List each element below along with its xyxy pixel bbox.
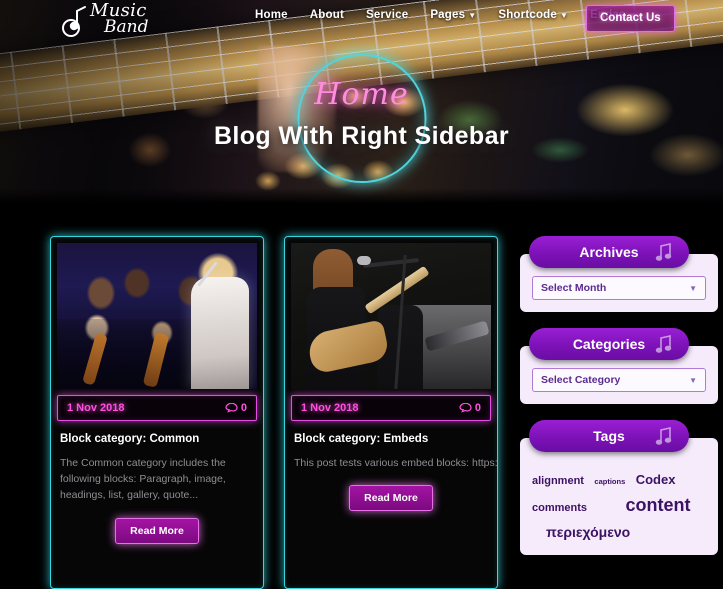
widget-categories: Categories Select Category ▼	[520, 328, 718, 404]
widget-body: alignment captions Codex comments conten…	[520, 438, 718, 555]
categories-select[interactable]: Select Category ▼	[532, 368, 706, 392]
widget-title: Archives	[579, 244, 639, 260]
post-date: 1 Nov 2018	[67, 402, 125, 414]
chevron-down-icon: ▼	[689, 283, 697, 293]
music-note-icon	[62, 4, 88, 38]
read-more-container: Read More	[291, 485, 491, 519]
chevron-down-icon: ▼	[468, 10, 477, 20]
nav-label: Service	[365, 9, 409, 21]
post-comment-count[interactable]: 0	[225, 402, 247, 414]
widget-header: Archives	[529, 236, 689, 268]
read-more-button[interactable]: Read More	[349, 485, 433, 512]
music-note-icon	[655, 242, 673, 262]
hero-breadcrumb: Home	[314, 77, 409, 112]
widget-title: Tags	[593, 428, 625, 444]
post-excerpt: This post tests various embed blocks: ht…	[294, 456, 498, 469]
widget-title: Categories	[572, 336, 646, 352]
nav-item-pages[interactable]: Pages ▼	[430, 9, 476, 21]
post-thumbnail[interactable]	[57, 243, 257, 389]
site-header: Music Band Home About Service Pages ▼ Sh…	[0, 0, 723, 40]
comment-count-value: 0	[474, 402, 481, 414]
photo-detail	[362, 258, 420, 268]
page-title: Blog With Right Sidebar	[213, 122, 510, 150]
page-root: Music Band Home About Service Pages ▼ Sh…	[0, 0, 723, 589]
tag-link[interactable]: captions	[594, 476, 625, 487]
comment-bubble-icon	[225, 402, 238, 413]
archives-month-select[interactable]: Select Month ▼	[532, 276, 706, 300]
post-image-guitarist	[291, 243, 491, 389]
post-image-orchestra	[57, 243, 257, 389]
content-area: 1 Nov 2018 0 Block category: Common The …	[0, 236, 723, 589]
post-comment-count[interactable]: 0	[459, 402, 481, 414]
post-card[interactable]: 1 Nov 2018 0 Block category: Embeds This…	[284, 236, 498, 589]
post-meta-bar: 1 Nov 2018 0	[57, 395, 257, 421]
photo-detail	[57, 319, 207, 389]
tag-link[interactable]: content	[625, 492, 690, 519]
chevron-down-icon: ▼	[689, 375, 697, 385]
comment-bubble-icon	[459, 402, 472, 413]
widget-archives: Archives Select Month ▼	[520, 236, 718, 312]
music-note-icon	[655, 334, 673, 354]
post-list: 1 Nov 2018 0 Block category: Common The …	[50, 236, 498, 589]
nav-item-about[interactable]: About	[310, 9, 344, 21]
tag-link[interactable]: comments	[532, 500, 587, 517]
banner-bottom-fade	[0, 188, 723, 210]
read-more-button[interactable]: Read More	[115, 517, 199, 544]
nav-label: Shortcode	[498, 9, 557, 21]
nav-item-shortcode[interactable]: Shortcode ▼	[498, 9, 568, 21]
photo-detail	[411, 305, 491, 389]
nav-label: Home	[255, 9, 288, 21]
post-card[interactable]: 1 Nov 2018 0 Block category: Common The …	[50, 236, 264, 589]
logo-line-2: Band	[104, 17, 149, 38]
read-more-container: Read More	[57, 517, 257, 552]
widget-tags: Tags alignment captions Codex comments c…	[520, 420, 718, 555]
main-navigation: Home About Service Pages ▼ Shortcode ▼ E…	[255, 9, 637, 21]
post-excerpt: The Common category includes the followi…	[60, 456, 226, 502]
tag-link[interactable]: alignment	[532, 473, 584, 490]
post-title[interactable]: Block category: Common	[60, 432, 254, 447]
site-logo[interactable]: Music Band	[62, 2, 148, 38]
widget-header: Tags	[529, 420, 689, 452]
photo-detail	[357, 256, 371, 265]
photo-detail	[191, 277, 249, 389]
hero-title-block: Home Blog With Right Sidebar	[0, 52, 723, 187]
nav-item-home[interactable]: Home	[255, 9, 288, 21]
nav-label: About	[309, 9, 344, 21]
widget-header: Categories	[529, 328, 689, 360]
sidebar: Archives Select Month ▼ Categories Selec…	[520, 236, 718, 589]
post-thumbnail[interactable]	[291, 243, 491, 389]
post-date: 1 Nov 2018	[301, 402, 359, 414]
chevron-down-icon: ▼	[560, 10, 569, 20]
post-title[interactable]: Block category: Embeds	[294, 432, 488, 447]
select-value: Select Month	[541, 282, 607, 294]
comment-count-value: 0	[240, 402, 247, 414]
tag-link[interactable]: Codex	[636, 470, 676, 490]
tag-cloud: alignment captions Codex comments conten…	[532, 468, 706, 545]
contact-us-button[interactable]: Contact Us	[586, 5, 675, 32]
select-value: Select Category	[541, 374, 621, 386]
post-meta-bar: 1 Nov 2018 0	[291, 395, 491, 421]
logo-wordmark: Music Band	[90, 2, 148, 36]
music-note-icon	[655, 426, 673, 446]
nav-label: Pages	[430, 9, 466, 21]
tag-link[interactable]: περιεχόμενο	[546, 522, 630, 543]
nav-item-service[interactable]: Service	[366, 9, 408, 21]
